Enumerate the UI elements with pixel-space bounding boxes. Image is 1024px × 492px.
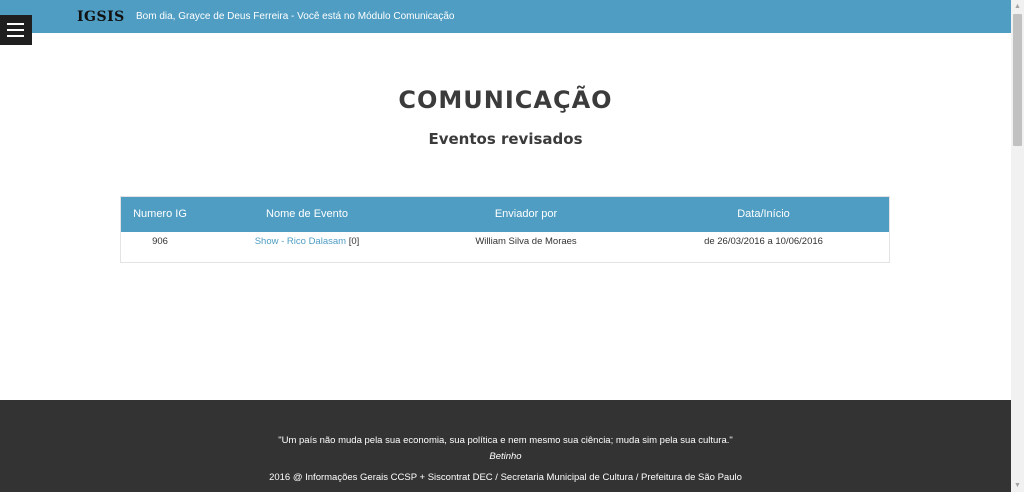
greeting-text: Bom dia, Grayce de Deus Ferreira - Você … <box>136 11 455 22</box>
column-header-data-inicio: Data/Início <box>737 208 790 220</box>
vertical-scrollbar[interactable]: ▲ ▼ <box>1011 0 1024 492</box>
events-table: Numero IG Nome de Evento Enviador por Da… <box>120 196 890 263</box>
column-header-enviador: Enviador por <box>494 208 558 220</box>
top-bar: IGSIS Bom dia, Grayce de Deus Ferreira -… <box>0 0 1011 33</box>
hamburger-menu-button[interactable] <box>0 15 32 45</box>
scroll-down-arrow-icon[interactable]: ▼ <box>1011 479 1024 492</box>
page: IGSIS Bom dia, Grayce de Deus Ferreira -… <box>0 0 1024 492</box>
column-header-numero-ig: Numero IG <box>133 208 187 220</box>
footer-copyright: 2016 @ Informações Gerais CCSP + Siscont… <box>269 472 742 483</box>
column-header-nome-evento: Nome de Evento <box>266 208 348 220</box>
footer: "Um país não muda pela sua economia, sua… <box>0 400 1011 492</box>
cell-data-inicio: de 26/03/2016 a 10/06/2016 <box>704 236 823 247</box>
brand-logo[interactable]: IGSIS <box>77 9 125 25</box>
scroll-up-arrow-icon[interactable]: ▲ <box>1011 0 1024 13</box>
page-title: COMUNICAÇÃO <box>398 86 613 114</box>
scroll-thumb[interactable] <box>1013 14 1022 146</box>
event-count: [0] <box>346 236 360 247</box>
cell-nome-evento: Show - Rico Dalasam [0] <box>249 236 365 247</box>
cell-numero-ig: 906 <box>152 236 168 247</box>
page-subtitle: Eventos revisados <box>428 130 583 148</box>
footer-quote: "Um país não muda pela sua economia, sua… <box>278 435 733 446</box>
event-link[interactable]: Show - Rico Dalasam <box>255 236 346 247</box>
cell-enviador: William Silva de Moraes <box>475 236 577 247</box>
table-header: Numero IG Nome de Evento Enviador por Da… <box>121 197 889 232</box>
footer-quote-author: Betinho <box>489 451 522 462</box>
